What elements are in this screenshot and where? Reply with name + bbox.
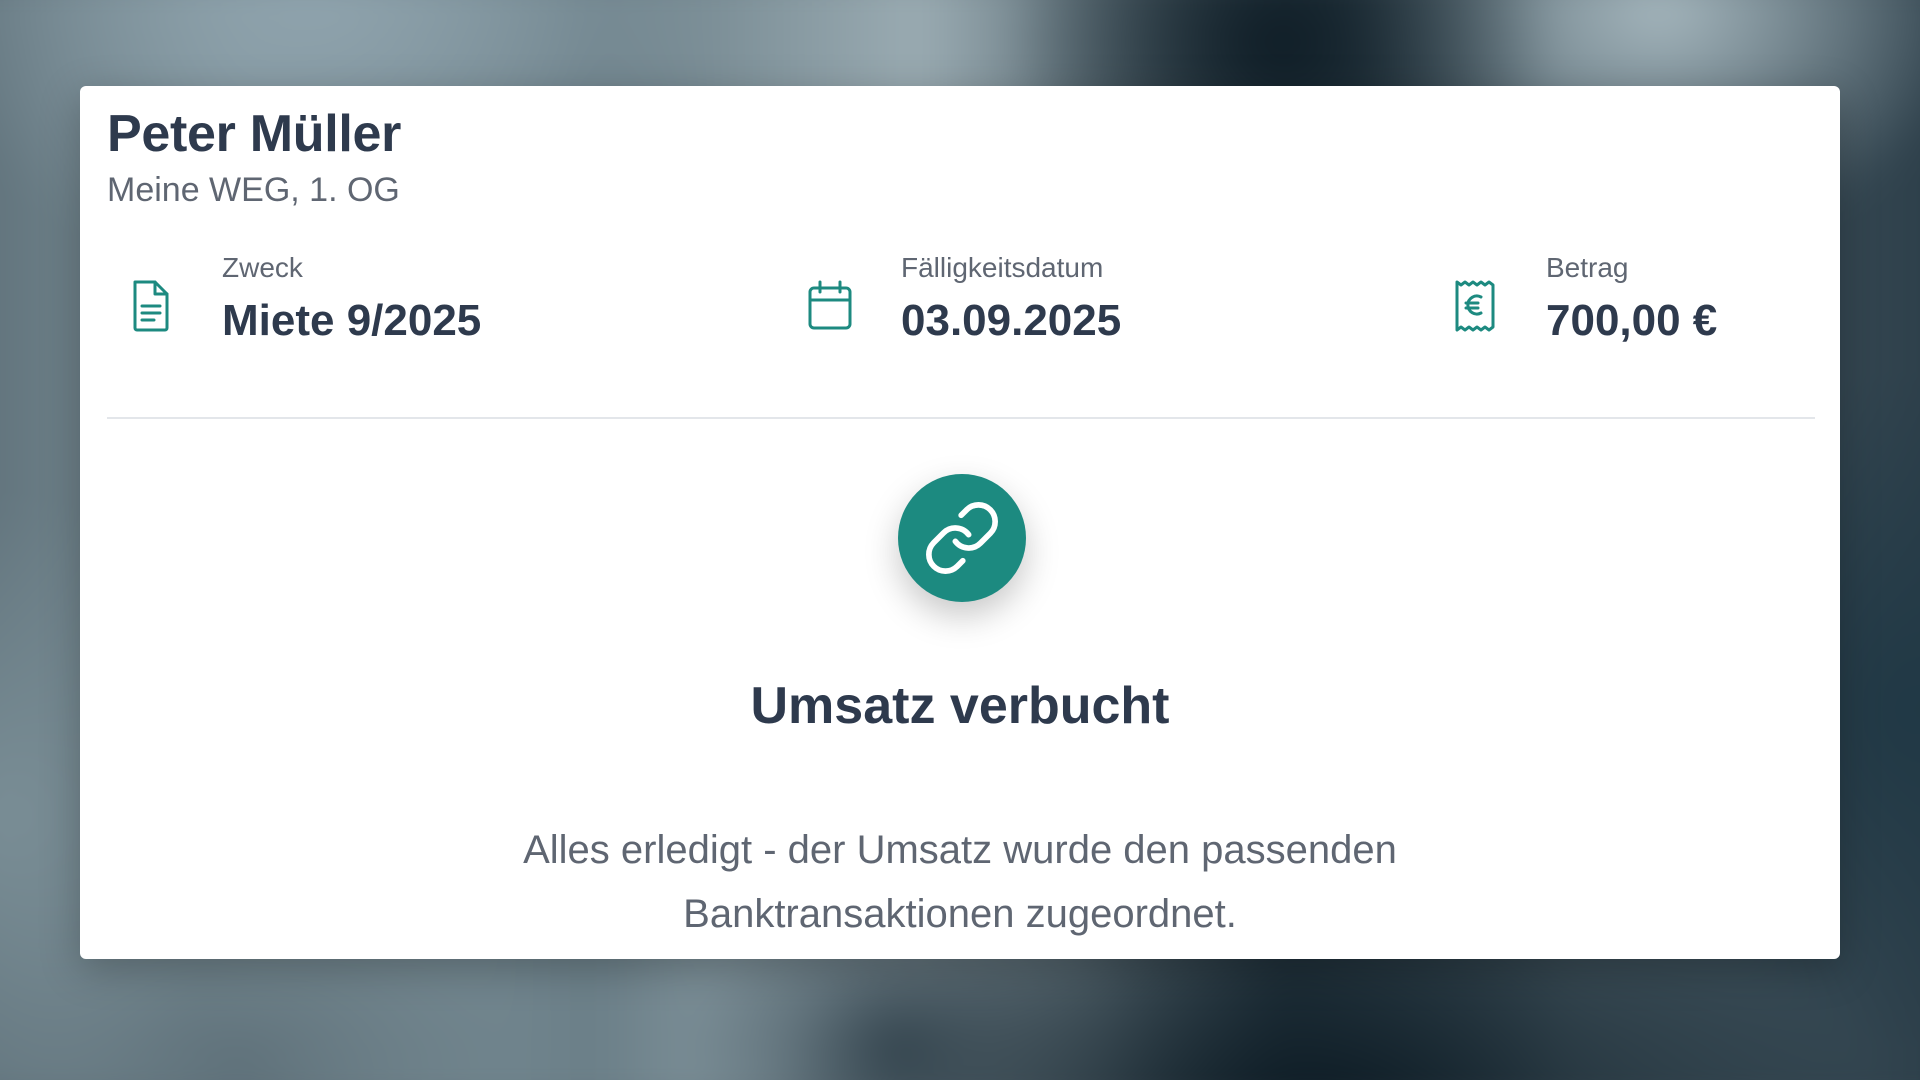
detail-amount-label: Betrag <box>1546 252 1629 283</box>
status-message: Alles erledigt - der Umsatz wurde den pa… <box>523 828 1397 936</box>
detail-amount-value: 700,00 € <box>1546 296 1718 345</box>
detail-purpose-label: Zweck <box>222 252 303 283</box>
detail-purpose-value: Miete 9/2025 <box>222 296 482 345</box>
detail-due-date-value: 03.09.2025 <box>901 296 1122 345</box>
detail-due-date-label: Fälligkeitsdatum <box>901 252 1104 283</box>
status-title: Umsatz verbucht <box>750 677 1170 735</box>
tenant-unit: Meine WEG, 1. OG <box>107 171 400 209</box>
status-badge <box>898 474 1026 602</box>
calendar-icon <box>806 278 854 334</box>
euro-receipt-icon <box>1451 278 1499 334</box>
section-divider <box>107 417 1815 419</box>
payment-details-row: Zweck Miete 9/2025 Fälligkeitsdatum 03.0… <box>80 246 1840 356</box>
link-icon <box>922 498 1002 578</box>
tenant-name: Peter Müller <box>107 105 402 163</box>
document-icon <box>127 278 175 334</box>
booking-confirmation-card: Peter Müller Meine WEG, 1. OG Zweck Miet… <box>80 86 1840 959</box>
